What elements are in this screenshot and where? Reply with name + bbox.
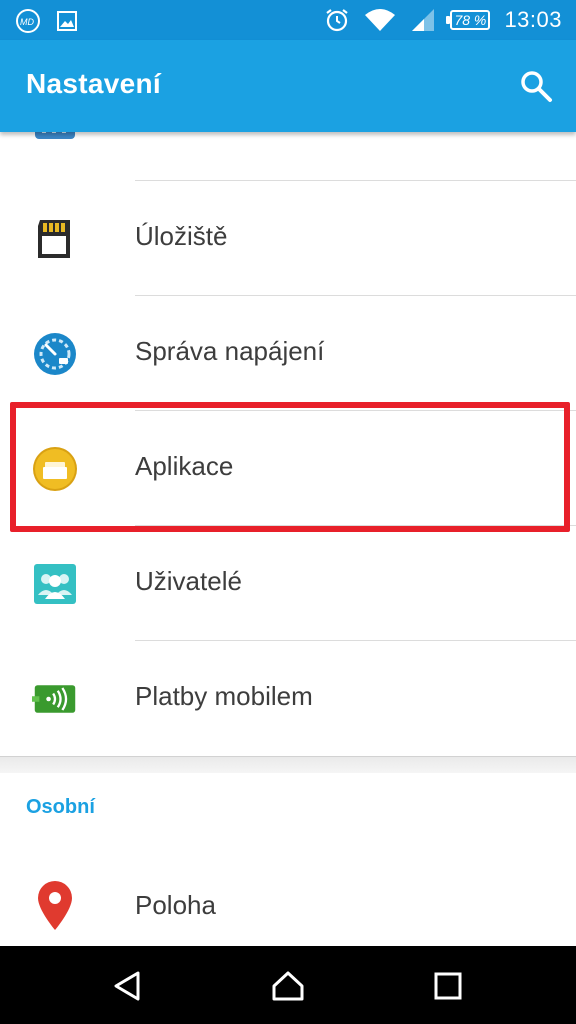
section-divider <box>0 756 576 773</box>
battery-percent: 78 % <box>454 12 487 28</box>
recents-icon[interactable] <box>430 968 466 1004</box>
settings-item-users[interactable]: Uživatelé <box>0 526 576 641</box>
mobile-payments-icon <box>32 676 78 722</box>
md-app-icon: MD <box>16 9 40 33</box>
alarm-icon <box>326 9 349 32</box>
battery-icon: 78 % <box>446 10 491 30</box>
status-time: 13:03 <box>504 7 562 32</box>
signal-icon <box>412 9 435 31</box>
back-icon[interactable] <box>110 968 146 1004</box>
gallery-icon <box>57 11 77 31</box>
svg-text:MD: MD <box>20 17 34 27</box>
section-header-personal: Osobní <box>26 796 95 818</box>
users-icon <box>32 561 78 607</box>
status-left-icons: MD <box>14 8 78 34</box>
settings-item-label: Úložiště <box>135 221 228 251</box>
settings-item-mobile-payments[interactable]: Platby mobilem <box>0 641 576 756</box>
app-bar: Nastavení <box>0 40 576 132</box>
search-icon[interactable] <box>518 68 554 104</box>
settings-list: Zvuk a oznámení Úložiště Správ <box>0 66 576 756</box>
status-bar: MD 78 % 13:03 <box>0 0 576 40</box>
page-title: Nastavení <box>26 68 161 99</box>
settings-item-apps[interactable]: Aplikace <box>0 411 576 526</box>
settings-item-label: Správa napájení <box>135 336 325 366</box>
settings-item-power-management[interactable]: Správa napájení <box>0 296 576 411</box>
power-management-icon <box>32 331 78 377</box>
navigation-bar <box>0 946 576 1024</box>
status-right-icons: 78 % 13:03 <box>324 0 562 40</box>
settings-item-storage[interactable]: Úložiště <box>0 181 576 296</box>
settings-item-label: Poloha <box>135 890 216 920</box>
storage-icon <box>32 216 78 262</box>
settings-item-label: Aplikace <box>135 451 234 481</box>
home-icon[interactable] <box>270 968 306 1004</box>
wifi-icon <box>365 9 396 31</box>
apps-icon <box>32 446 78 492</box>
settings-item-location[interactable]: Poloha <box>0 850 576 947</box>
settings-item-label: Uživatelé <box>135 566 242 596</box>
settings-item-label: Platby mobilem <box>135 681 313 711</box>
location-pin-icon <box>32 880 78 932</box>
